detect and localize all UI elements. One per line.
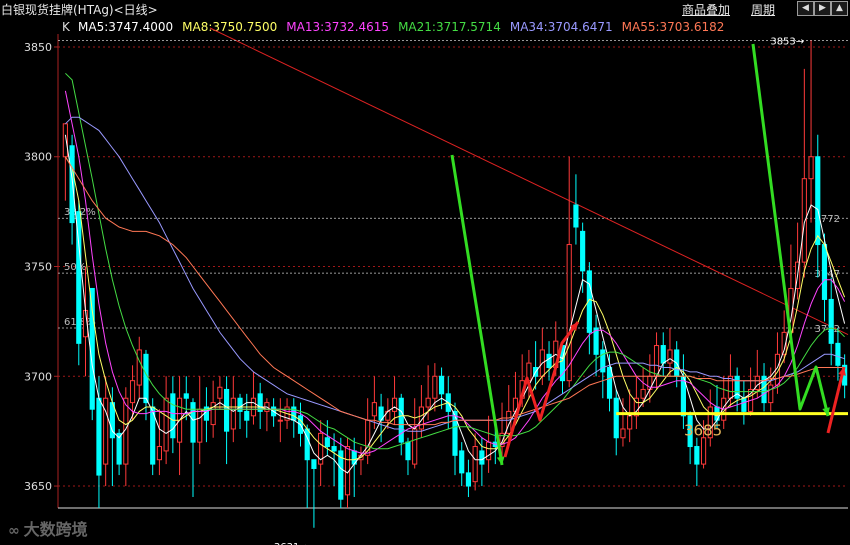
candle-body <box>398 397 404 443</box>
candle-body <box>835 342 841 366</box>
candle-body <box>170 393 176 439</box>
drop-arrow-1 <box>450 154 504 466</box>
candle-body <box>815 156 821 246</box>
candle-body <box>573 204 579 228</box>
candle-body <box>425 397 431 408</box>
candle-body <box>129 380 136 404</box>
candle-body <box>183 393 189 399</box>
candle-body <box>459 450 465 474</box>
ma-line-ma21 <box>65 72 845 450</box>
y-tick-label: 3650 <box>24 480 52 493</box>
candle-body <box>768 384 774 404</box>
candle-body <box>244 410 250 421</box>
candle-body <box>438 375 445 395</box>
y-tick-label: 3850 <box>24 41 52 54</box>
candle-body <box>700 437 707 465</box>
y-tick-label: 3800 <box>24 151 52 164</box>
candle-body <box>613 397 619 439</box>
candle-body <box>808 156 814 180</box>
watermark: ∞ 大数跨境 <box>8 516 88 540</box>
candle-body <box>96 397 102 476</box>
candle-body <box>620 428 626 439</box>
candle-body <box>432 375 438 399</box>
candle-body <box>365 419 371 456</box>
y-tick-label: 3700 <box>24 370 52 383</box>
candle-body <box>566 244 572 382</box>
y-tick-label: 3750 <box>24 261 52 274</box>
candle-body <box>741 397 747 412</box>
candle-body <box>627 415 633 430</box>
candle-body <box>62 123 68 158</box>
descending-trendline <box>209 27 849 336</box>
high-price-label: 3853→ <box>770 36 804 47</box>
candle-body <box>472 446 478 483</box>
candle-body <box>331 446 337 452</box>
candle-body <box>486 441 492 461</box>
candle-body <box>660 345 666 364</box>
candle-body <box>479 450 485 465</box>
candle-body <box>391 397 398 412</box>
candle-body <box>230 397 236 430</box>
candle-body <box>694 446 700 465</box>
candle-body <box>606 366 613 399</box>
candle-body <box>640 388 646 399</box>
candle-body <box>412 428 418 465</box>
candle-body <box>653 345 660 377</box>
candle-body <box>69 145 75 224</box>
fib-level-label: 50% <box>64 262 86 273</box>
candle-body <box>727 375 734 399</box>
candle-body <box>667 349 673 364</box>
candle-body <box>593 327 599 355</box>
candle-body <box>452 410 458 456</box>
candle-body <box>143 353 149 404</box>
candle-body <box>217 386 223 399</box>
candle-body <box>163 397 169 452</box>
candle-body <box>311 459 317 469</box>
support-label: 3685 <box>684 422 722 440</box>
candle-body <box>136 349 142 386</box>
watermark-logo-icon: ∞ <box>8 523 20 539</box>
candle-body <box>190 402 196 443</box>
candle-body <box>304 428 310 461</box>
candle-body <box>801 178 807 263</box>
candle-body <box>324 437 330 448</box>
candle-body <box>224 388 230 432</box>
candle-body <box>828 298 834 344</box>
candle-body <box>197 408 203 443</box>
rebound-arrow-2 <box>826 366 846 434</box>
candle-body <box>546 353 552 368</box>
candle-body <box>277 419 283 422</box>
candlestick-chart[interactable]: 3650370037503800385038.2%377250%374761.8… <box>0 0 850 545</box>
watermark-text: 大数跨境 <box>23 520 88 539</box>
candle-body <box>821 244 828 300</box>
candle-body <box>405 441 411 461</box>
candle-body <box>371 402 377 417</box>
ma-line-ma55 <box>64 156 845 426</box>
candle-body <box>580 230 586 272</box>
candle-body <box>465 472 472 487</box>
candle-body <box>156 446 162 461</box>
